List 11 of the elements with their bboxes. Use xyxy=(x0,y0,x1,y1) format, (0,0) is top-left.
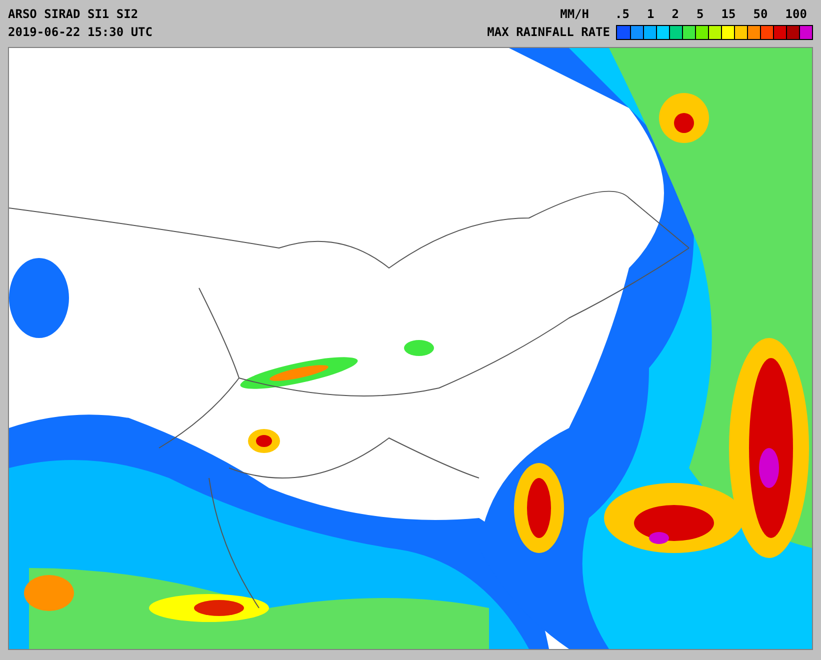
timestamp: 2019-06-22 15:30 UTC xyxy=(8,24,152,41)
legend-tick: 1 xyxy=(646,6,654,23)
legend-tick: 2 xyxy=(672,6,679,23)
legend-tick: 5 xyxy=(696,6,704,23)
legend-tick: 15 xyxy=(721,6,736,23)
legend-tick: 50 xyxy=(753,6,768,23)
unit-label: MM/H xyxy=(560,6,589,23)
legend-tick: 100 xyxy=(785,6,807,23)
radar-title: ARSO SIRAD SI1 SI2 xyxy=(8,6,140,23)
legend-title: MAX RAINFALL RATE xyxy=(487,24,610,41)
legend-tick: .5 xyxy=(615,6,630,23)
